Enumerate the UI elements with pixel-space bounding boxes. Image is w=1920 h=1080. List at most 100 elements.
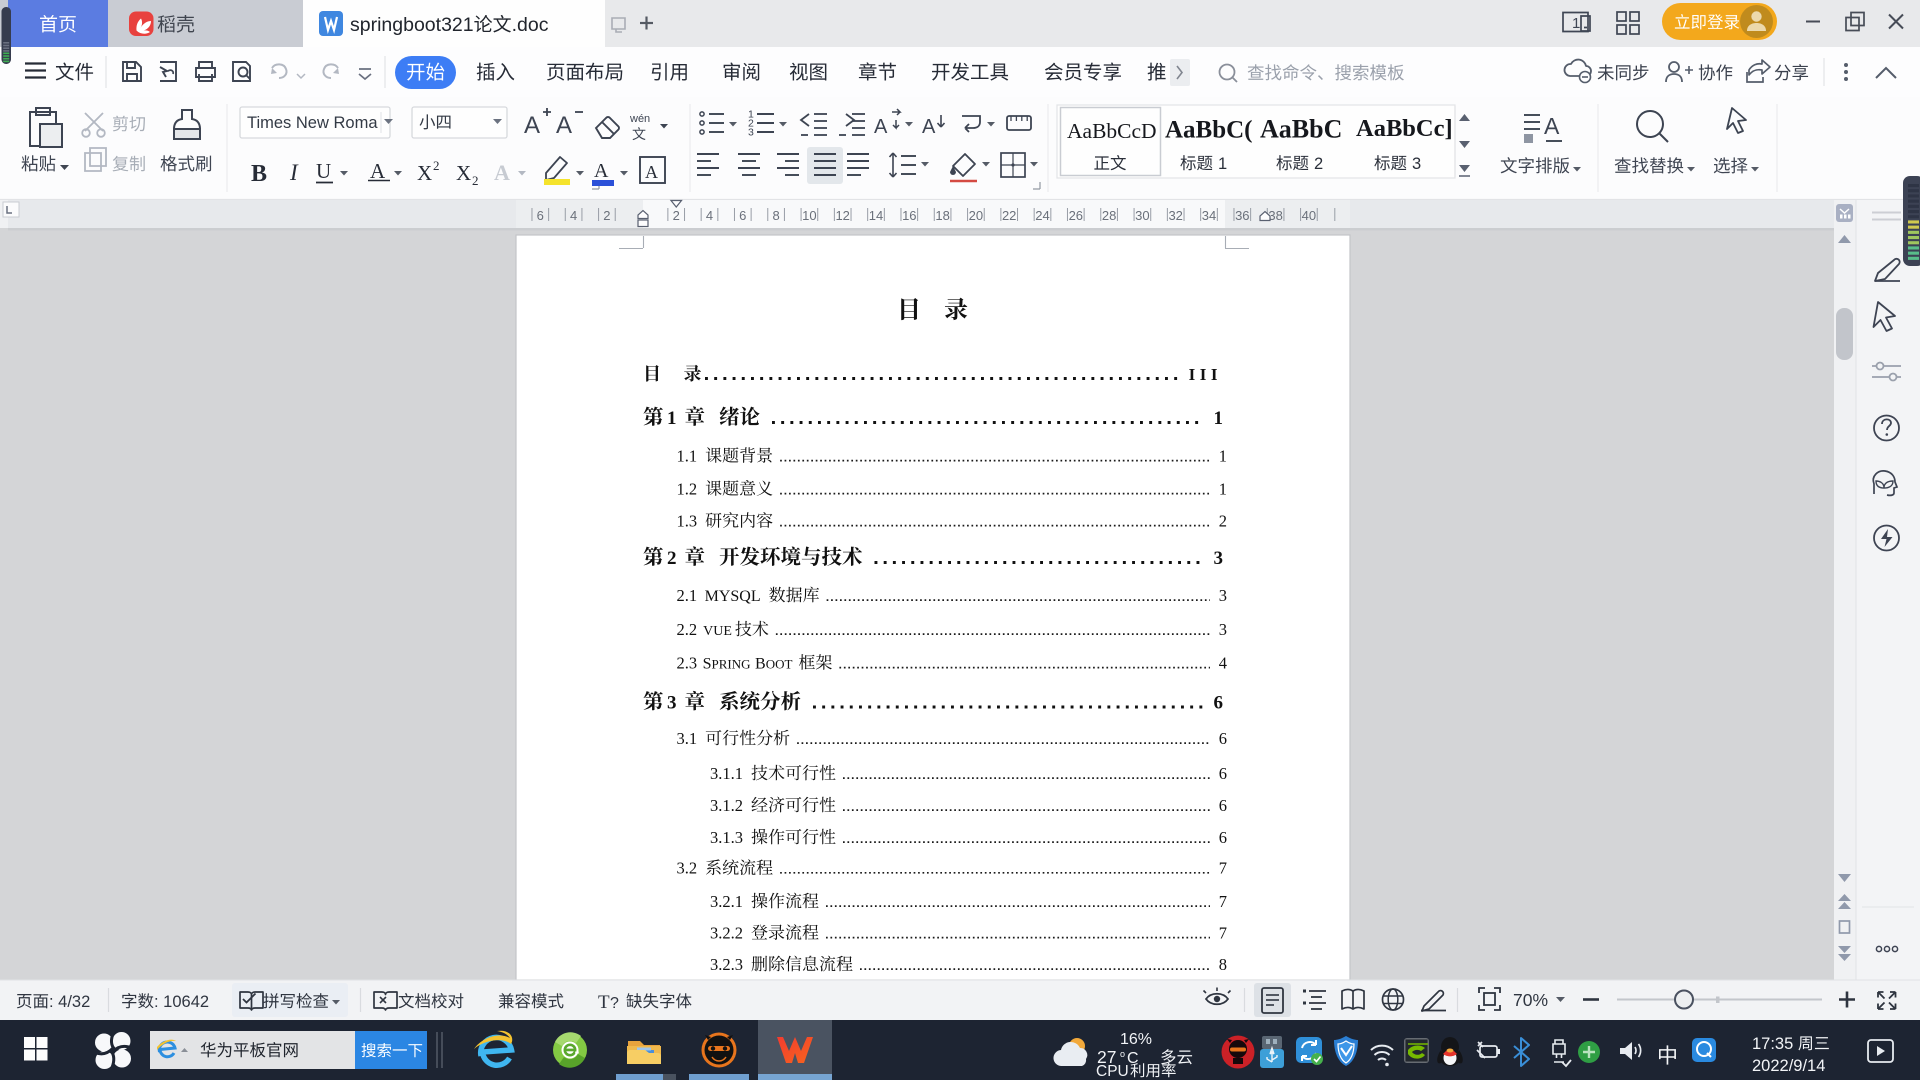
svg-text:2: 2: [472, 173, 479, 188]
svg-text:AaBbC(: AaBbC(: [1165, 117, 1253, 144]
svg-text:S: S: [703, 656, 712, 673]
svg-text:6: 6: [1214, 693, 1224, 714]
svg-text:40: 40: [1302, 208, 1316, 223]
svg-text:A: A: [370, 159, 386, 183]
svg-text:6: 6: [739, 208, 746, 223]
svg-text:A: A: [922, 116, 936, 138]
svg-text:7: 7: [1219, 892, 1227, 911]
svg-text:A: A: [594, 160, 609, 182]
svg-text:3.1.1: 3.1.1: [710, 764, 743, 783]
svg-text:3: 3: [1219, 620, 1227, 639]
svg-text:Times New Roma: Times New Roma: [247, 114, 378, 132]
svg-text:2: 2: [673, 208, 680, 223]
svg-text:6: 6: [1219, 764, 1227, 783]
svg-text:28: 28: [1102, 208, 1116, 223]
svg-text:12: 12: [835, 208, 849, 223]
svg-text:3.2.1: 3.2.1: [710, 892, 743, 911]
svg-text:CPU: CPU: [1096, 1063, 1129, 1080]
svg-text:VUE: VUE: [703, 624, 732, 639]
svg-text:36: 36: [1235, 208, 1249, 223]
svg-text:1.1: 1.1: [677, 447, 698, 466]
svg-text:6: 6: [537, 208, 544, 223]
svg-text:U: U: [316, 159, 331, 183]
svg-text:10: 10: [802, 208, 816, 223]
svg-text:2.2: 2.2: [677, 620, 698, 639]
svg-text:1: 1: [667, 408, 677, 429]
svg-text:springboot: springboot: [350, 14, 442, 36]
svg-text:3: 3: [1214, 548, 1224, 569]
svg-text:X: X: [456, 161, 471, 185]
svg-text:3.1.2: 3.1.2: [710, 796, 743, 815]
svg-text:AaBbCc]: AaBbCc]: [1356, 115, 1453, 142]
svg-text:PRING: PRING: [712, 657, 751, 672]
svg-text:3.1.3: 3.1.3: [710, 828, 743, 847]
svg-text:B: B: [755, 656, 766, 673]
svg-text:1: 1: [1219, 447, 1227, 466]
svg-text:3: 3: [748, 127, 754, 139]
svg-text:24: 24: [1035, 208, 1049, 223]
svg-text:4: 4: [1219, 654, 1227, 673]
svg-text:AaBbCcD: AaBbCcD: [1067, 119, 1157, 143]
svg-text:22: 22: [1002, 208, 1016, 223]
svg-text:A: A: [524, 112, 540, 139]
svg-text:T: T: [598, 992, 610, 1013]
svg-text:2: 2: [433, 158, 440, 173]
svg-text:70%: 70%: [1513, 990, 1548, 1010]
svg-text:A: A: [556, 112, 572, 139]
svg-text:7: 7: [1219, 924, 1227, 943]
svg-text:A: A: [494, 160, 510, 185]
svg-text:3.2: 3.2: [677, 859, 698, 878]
svg-text:o: o: [1120, 1049, 1125, 1059]
svg-text:A: A: [1544, 113, 1560, 139]
svg-text:2: 2: [667, 548, 677, 569]
svg-text:.doc: .doc: [512, 14, 549, 36]
svg-text:I: I: [289, 160, 299, 185]
svg-text:3: 3: [1412, 155, 1421, 173]
svg-text:3.1: 3.1: [677, 729, 698, 748]
svg-text:8: 8: [1219, 955, 1227, 974]
svg-text:26: 26: [1069, 208, 1083, 223]
svg-text:1: 1: [1214, 408, 1224, 429]
svg-text:III: III: [1189, 365, 1222, 384]
svg-text:?: ?: [610, 995, 619, 1012]
svg-text:2: 2: [1314, 155, 1323, 173]
svg-text:wén: wén: [629, 113, 650, 125]
svg-text:20: 20: [969, 208, 983, 223]
svg-text:34: 34: [1202, 208, 1216, 223]
svg-text:2: 2: [1219, 512, 1227, 531]
svg-text:OOT: OOT: [766, 657, 793, 672]
svg-text:2022/9/14: 2022/9/14: [1752, 1057, 1825, 1075]
svg-text:: 10642: : 10642: [154, 993, 209, 1011]
svg-text:1: 1: [1218, 155, 1227, 173]
svg-text:3: 3: [667, 693, 677, 714]
svg-text:2.1: 2.1: [677, 586, 698, 605]
svg-text:1.3: 1.3: [677, 512, 698, 531]
svg-text:2.3: 2.3: [677, 654, 698, 673]
svg-text:MYSQL: MYSQL: [705, 588, 761, 605]
svg-text:18: 18: [935, 208, 949, 223]
svg-text:321: 321: [441, 14, 474, 36]
svg-text:A: A: [874, 116, 888, 138]
svg-text:16: 16: [902, 208, 916, 223]
svg-text:17:35: 17:35: [1752, 1035, 1793, 1053]
svg-text:1: 1: [1572, 15, 1580, 32]
svg-text:4: 4: [706, 208, 713, 223]
svg-text:1: 1: [1219, 480, 1227, 499]
svg-text:30: 30: [1135, 208, 1149, 223]
svg-text:X: X: [417, 161, 432, 185]
svg-text:2: 2: [603, 208, 610, 223]
svg-text:32: 32: [1168, 208, 1182, 223]
svg-text:3: 3: [1219, 586, 1227, 605]
svg-text:B: B: [251, 161, 267, 187]
svg-text:AaBbC: AaBbC: [1260, 115, 1342, 144]
svg-text:1.2: 1.2: [677, 480, 698, 499]
svg-text:14: 14: [869, 208, 883, 223]
svg-text:6: 6: [1219, 729, 1227, 748]
svg-text:A: A: [645, 162, 658, 182]
svg-text:6: 6: [1219, 796, 1227, 815]
svg-text:6: 6: [1219, 828, 1227, 847]
svg-text:3.2.2: 3.2.2: [710, 924, 743, 943]
svg-text:7: 7: [1219, 859, 1227, 878]
svg-text:16%: 16%: [1120, 1031, 1152, 1048]
svg-text:8: 8: [772, 208, 779, 223]
